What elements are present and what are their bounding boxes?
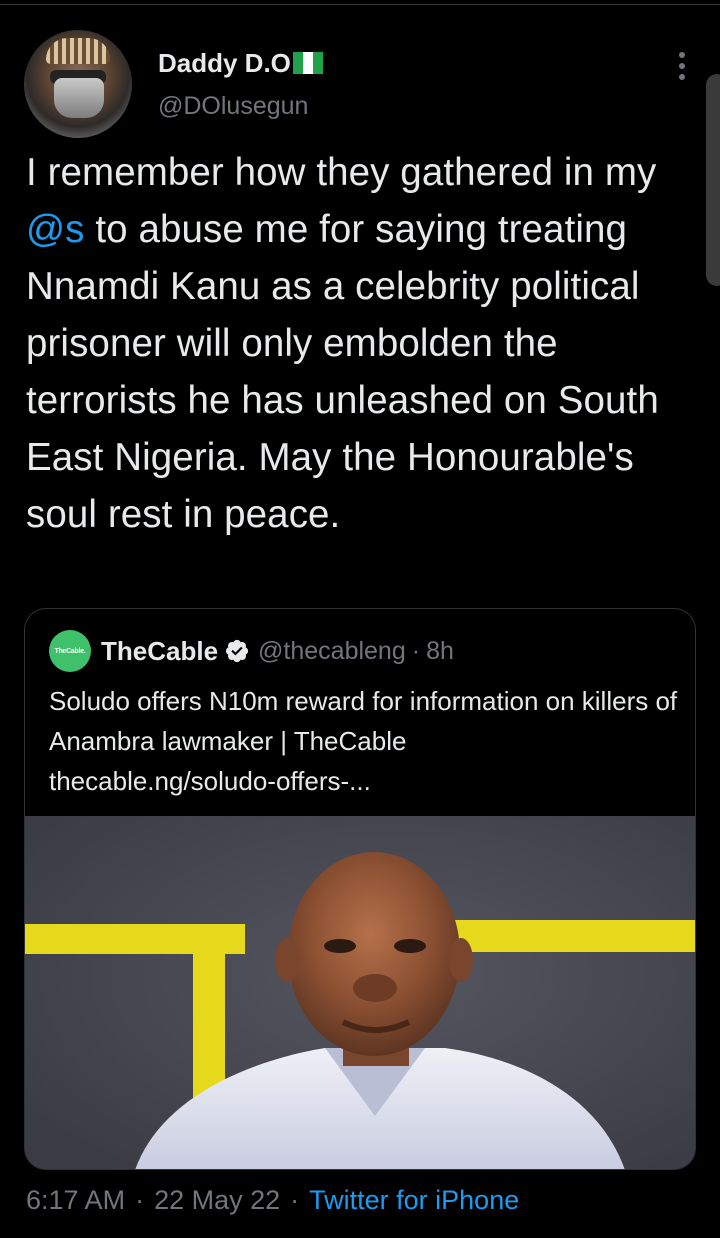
author-display-name[interactable]: Daddy D.O xyxy=(158,48,291,79)
quoted-tweet-header: TheCable. TheCable @thecableng · 8h xyxy=(49,630,454,672)
separator-dot: · xyxy=(411,636,421,665)
quoted-avatar-text: TheCable. xyxy=(54,647,86,655)
quoted-display-name[interactable]: TheCable xyxy=(101,636,218,667)
quoted-headline: Soludo offers N10m reward for informatio… xyxy=(49,686,678,756)
tweet-source-link[interactable]: Twitter for iPhone xyxy=(309,1185,519,1216)
tweet-date[interactable]: 22 May 22 xyxy=(154,1185,280,1216)
tweet-metadata: 6:17 AM · 22 May 22 · Twitter for iPhone xyxy=(26,1182,519,1218)
side-scroll-handle[interactable] xyxy=(706,74,720,286)
quoted-tweet-text: Soludo offers N10m reward for informatio… xyxy=(49,681,679,801)
author-name-row[interactable]: Daddy D.O xyxy=(158,46,323,80)
quoted-tweet-card[interactable]: TheCable. TheCable @thecableng · 8h Solu… xyxy=(24,608,696,1170)
avatar-mask xyxy=(54,78,104,118)
tweet-time[interactable]: 6:17 AM xyxy=(26,1185,125,1216)
top-divider xyxy=(0,4,720,5)
separator-dot: · xyxy=(290,1184,300,1215)
nigeria-flag-icon xyxy=(292,52,323,74)
tweet-header: Daddy D.O @DOlusegun xyxy=(24,30,704,138)
separator-dot: · xyxy=(135,1184,145,1215)
tweet-text-part: I remember how they gathered in my xyxy=(26,151,657,194)
avatar[interactable] xyxy=(24,30,132,138)
tweet-text: I remember how they gathered in my @s to… xyxy=(26,144,706,543)
quoted-link[interactable]: thecable.ng/soludo-offers-... xyxy=(49,761,679,801)
more-vertical-icon[interactable] xyxy=(670,50,694,82)
author-handle[interactable]: @DOlusegun xyxy=(158,92,308,121)
mention-link[interactable]: @s xyxy=(26,208,85,251)
verified-badge-icon xyxy=(224,638,250,664)
quoted-age[interactable]: 8h xyxy=(426,637,454,666)
quoted-tweet-image[interactable] xyxy=(25,816,695,1169)
quoted-avatar[interactable]: TheCable. xyxy=(49,630,91,672)
tweet-text-part: to abuse me for saying treating Nnamdi K… xyxy=(26,208,659,536)
portrait-illustration xyxy=(25,816,695,1169)
avatar-cap xyxy=(46,38,110,64)
quoted-handle[interactable]: @thecableng xyxy=(258,637,406,666)
